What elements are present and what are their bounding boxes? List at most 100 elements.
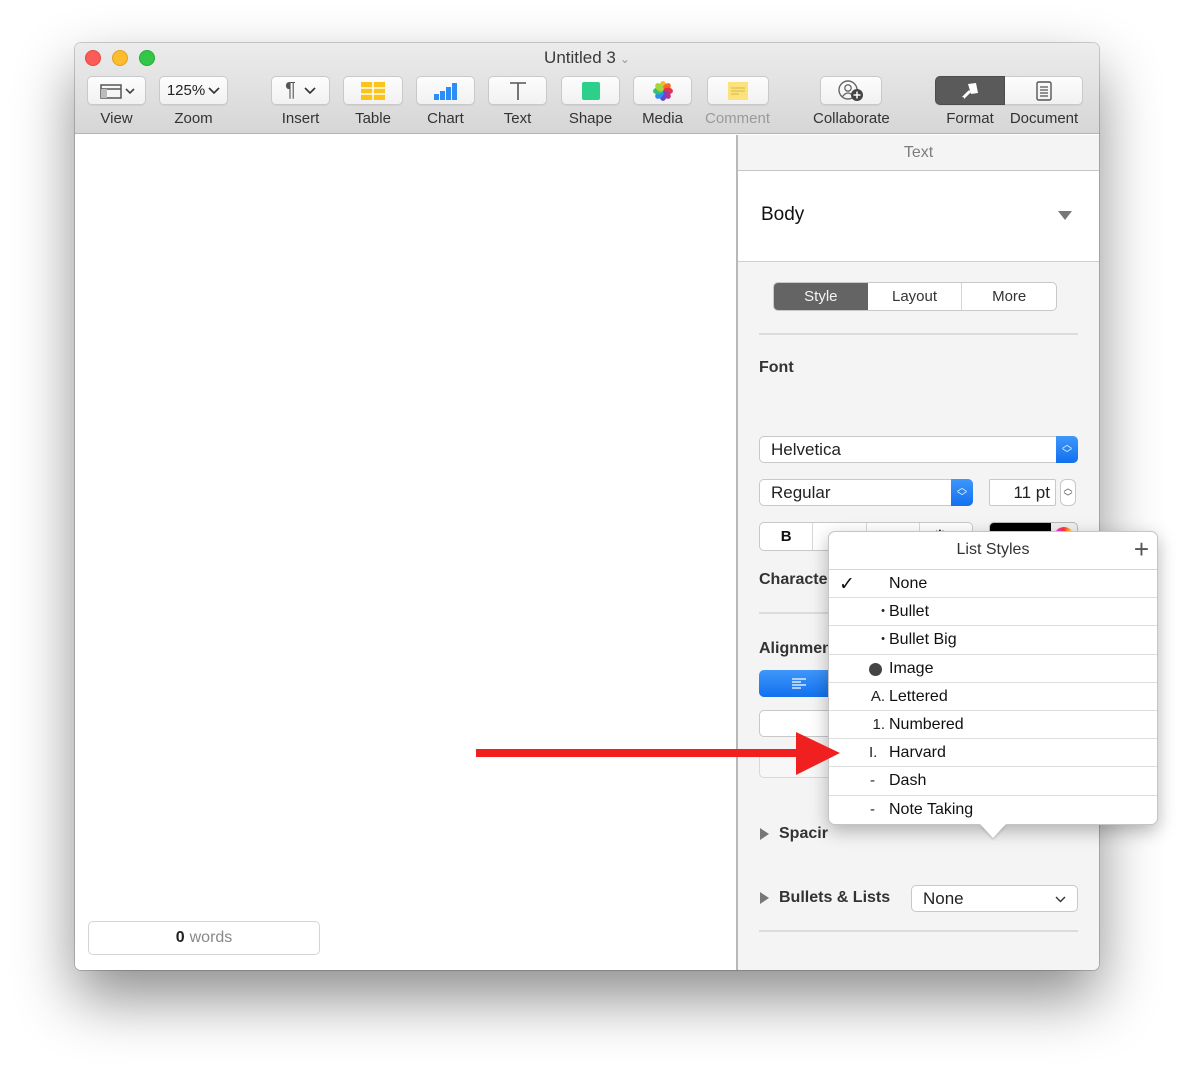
typeface-select[interactable]: Regular ︿ ﹀ bbox=[759, 479, 973, 506]
chevron-down-icon bbox=[208, 86, 220, 94]
zoom-menu[interactable]: 125% Zoom bbox=[159, 76, 228, 127]
text-tool[interactable]: Text bbox=[488, 76, 547, 127]
table-label: Table bbox=[355, 110, 391, 127]
tab-style[interactable]: Style bbox=[774, 283, 868, 310]
list-styles-popover: List Styles + ✓ None • Bullet • Bullet B… bbox=[828, 531, 1158, 825]
bullet-marker: • bbox=[881, 633, 885, 646]
popover-pointer bbox=[980, 824, 1006, 838]
arrow-shaft bbox=[476, 749, 806, 757]
paragraph-style-selector[interactable]: Body bbox=[738, 171, 1099, 262]
zoom-label: Zoom bbox=[174, 110, 213, 127]
list-style-item-none[interactable]: ✓ None bbox=[829, 570, 1157, 599]
list-style-item-lettered[interactable]: A. Lettered bbox=[829, 683, 1157, 711]
word-count-button[interactable]: 0 words bbox=[88, 921, 320, 955]
list-style-item-harvard[interactable]: I. Harvard bbox=[829, 739, 1157, 768]
window-title-text: Untitled 3 bbox=[544, 48, 616, 67]
view-menu[interactable]: View bbox=[87, 76, 146, 127]
text-button[interactable] bbox=[488, 76, 547, 105]
comment-tool[interactable]: Comment bbox=[705, 76, 770, 127]
media-button[interactable] bbox=[633, 76, 692, 105]
list-style-item-bullet[interactable]: • Bullet bbox=[829, 598, 1157, 627]
table-button[interactable] bbox=[343, 76, 403, 105]
spacing-label[interactable]: Spacir bbox=[779, 825, 828, 843]
annotation-arrow-icon bbox=[476, 732, 840, 775]
shape-label: Shape bbox=[568, 110, 613, 127]
insert-menu[interactable]: ¶ Insert bbox=[271, 76, 330, 127]
tab-more[interactable]: More bbox=[961, 283, 1056, 310]
format-document-group: Format Document bbox=[935, 76, 1083, 127]
bold-button[interactable]: B bbox=[760, 523, 812, 550]
list-styles-title: List Styles bbox=[956, 541, 1030, 558]
text-t-icon bbox=[509, 81, 526, 100]
table-tool[interactable]: Table bbox=[343, 76, 403, 127]
view-label: View bbox=[100, 110, 133, 127]
paintbrush-icon bbox=[961, 82, 978, 100]
triangle-down-icon bbox=[1058, 211, 1072, 220]
list-style-item-dash[interactable]: - Dash bbox=[829, 767, 1157, 796]
list-style-item-note-taking[interactable]: - Note Taking bbox=[829, 796, 1157, 824]
list-style-label: Numbered bbox=[889, 715, 964, 733]
updown-arrows-icon: ︿ ﹀ bbox=[951, 479, 973, 506]
bullets-lists-select[interactable]: None bbox=[911, 885, 1078, 912]
text-label: Text bbox=[503, 110, 532, 127]
list-style-item-image[interactable]: Image bbox=[829, 655, 1157, 683]
chart-tool[interactable]: Chart bbox=[416, 76, 475, 127]
insert-label: Insert bbox=[281, 110, 320, 127]
align-left-button[interactable] bbox=[759, 670, 839, 697]
chevron-down-icon: ⌄ bbox=[619, 52, 630, 66]
document-canvas[interactable]: 0 words bbox=[75, 135, 736, 970]
shape-button[interactable] bbox=[561, 76, 620, 105]
pages-window: Untitled 3 ⌄ View 125% Zoom ¶ Insert Tab… bbox=[75, 43, 1099, 970]
square-shape-icon bbox=[581, 81, 600, 100]
inspector-tab-text[interactable]: Text bbox=[738, 135, 1099, 171]
document-button[interactable] bbox=[1005, 76, 1083, 105]
insert-button[interactable]: ¶ bbox=[271, 76, 330, 105]
inspector-switch bbox=[935, 76, 1083, 105]
word-count-label: words bbox=[189, 929, 233, 946]
divider bbox=[759, 930, 1078, 932]
list-style-item-bullet-big[interactable]: • Bullet Big bbox=[829, 626, 1157, 655]
list-style-label: Image bbox=[889, 659, 934, 677]
shape-tool[interactable]: Shape bbox=[561, 76, 620, 127]
format-button[interactable] bbox=[935, 76, 1005, 105]
collaborate-tool[interactable]: Collaborate bbox=[813, 76, 890, 127]
document-icon bbox=[1035, 80, 1052, 101]
media-tool[interactable]: Media bbox=[633, 76, 692, 127]
font-size-field[interactable]: 11 pt bbox=[989, 479, 1056, 506]
collaborate-label: Collaborate bbox=[813, 110, 890, 127]
photos-flower-icon bbox=[652, 80, 673, 101]
bullets-lists-label[interactable]: Bullets & Lists bbox=[779, 889, 890, 907]
chevron-down-icon bbox=[304, 86, 316, 94]
sidebar-layout-icon bbox=[99, 83, 135, 99]
disclosure-triangle-icon[interactable] bbox=[760, 828, 769, 840]
zoom-select[interactable]: 125% bbox=[159, 76, 228, 105]
character-styles-label: Characte bbox=[759, 571, 828, 588]
arrow-head bbox=[796, 732, 840, 775]
disclosure-triangle-icon[interactable] bbox=[760, 892, 769, 904]
font-size-stepper[interactable]: ︿ ﹀ bbox=[1060, 479, 1076, 506]
number-marker: 1. bbox=[872, 715, 885, 733]
chart-button[interactable] bbox=[416, 76, 475, 105]
checkmark-icon: ✓ bbox=[839, 574, 855, 595]
window-title[interactable]: Untitled 3 ⌄ bbox=[75, 48, 1099, 68]
list-styles-header: List Styles + bbox=[829, 532, 1157, 570]
list-style-label: None bbox=[889, 575, 928, 592]
font-family-select[interactable]: Helvetica ︿ ﹀ bbox=[759, 436, 1078, 463]
collaborate-button[interactable] bbox=[820, 76, 883, 105]
list-style-label: Lettered bbox=[889, 687, 948, 705]
pilcrow-icon: ¶ bbox=[285, 79, 296, 101]
font-family-value: Helvetica bbox=[771, 439, 841, 459]
tab-layout[interactable]: Layout bbox=[868, 283, 962, 310]
view-button[interactable] bbox=[87, 76, 146, 105]
comment-button[interactable] bbox=[706, 76, 769, 105]
align-left-icon bbox=[792, 677, 806, 689]
comment-label: Comment bbox=[705, 110, 771, 127]
alignment-label: Alignmen bbox=[759, 640, 832, 657]
format-label: Format bbox=[946, 110, 994, 127]
list-style-item-numbered[interactable]: 1. Numbered bbox=[829, 711, 1157, 740]
typeface-value: Regular bbox=[771, 482, 831, 502]
list-style-label: Note Taking bbox=[889, 800, 974, 818]
font-section-label: Font bbox=[759, 359, 794, 376]
add-list-style-button[interactable]: + bbox=[1134, 532, 1149, 566]
list-style-label: Dash bbox=[889, 772, 927, 790]
